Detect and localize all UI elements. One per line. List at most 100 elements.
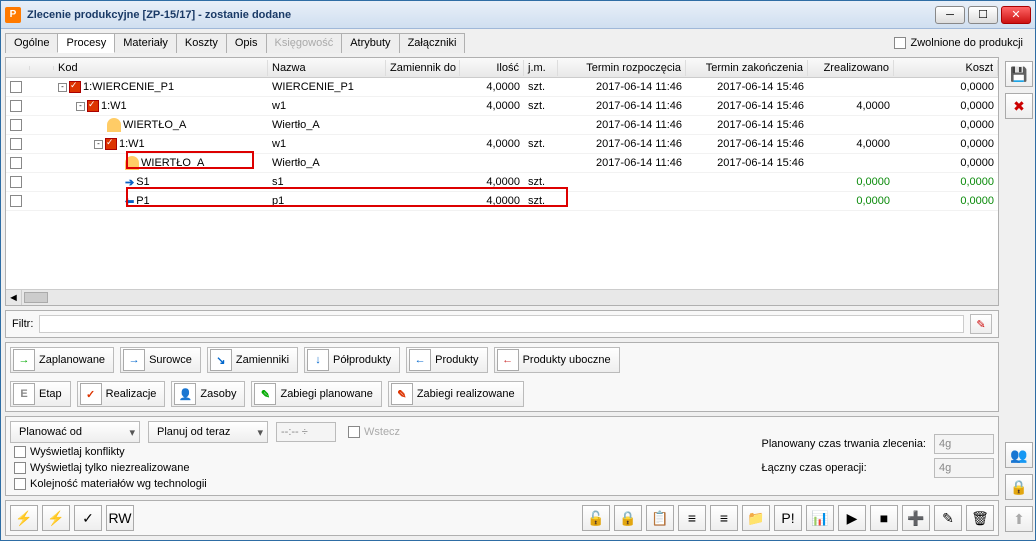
hscrollbar[interactable]: ◄ xyxy=(6,289,998,305)
niezreal-checkbox[interactable] xyxy=(14,462,26,474)
bottom-right-icon-3[interactable]: ≡ xyxy=(678,505,706,531)
tree-row[interactable]: -1:W1w14,0000szt.2017-06-14 11:462017-06… xyxy=(6,97,998,116)
tab-materiały[interactable]: Materiały xyxy=(114,33,177,53)
delete-icon[interactable]: ✖ xyxy=(1005,93,1033,119)
up-icon[interactable]: ⬆ xyxy=(1005,506,1033,532)
check-icon xyxy=(87,100,99,112)
bottom-right-icon-5[interactable]: 📁 xyxy=(742,505,770,531)
laczny-value[interactable] xyxy=(934,458,994,478)
person-icon xyxy=(125,156,139,170)
bottom-left-icon-2[interactable]: ✓ xyxy=(74,505,102,531)
row-checkbox[interactable] xyxy=(10,81,22,93)
col-zamiennik[interactable]: Zamiennik do xyxy=(386,60,460,76)
tree-row[interactable]: WIERTŁO_AWiertło_A2017-06-14 11:462017-0… xyxy=(6,116,998,135)
toolbar-row-1: →Zaplanowane → Surowce ↘ Zamienniki ↓Półprodu… xyxy=(5,342,999,378)
filter-clear-button[interactable]: ✎ xyxy=(970,314,992,334)
tab-atrybuty[interactable]: Atrybuty xyxy=(341,33,399,53)
close-button[interactable]: ✕ xyxy=(1001,6,1031,24)
bottom-left-icon-0[interactable]: ⚡ xyxy=(10,505,38,531)
col-kod[interactable]: Kod xyxy=(54,60,268,76)
btn-label: Surowce xyxy=(149,354,192,366)
planuj-od-teraz-combo[interactable]: Planuj od teraz xyxy=(148,421,268,443)
btn-icon: → xyxy=(123,349,145,371)
btn-etap[interactable]: EEtap xyxy=(10,381,71,407)
tree-row[interactable]: -1:WIERCENIE_P1WIERCENIE_P14,0000szt.201… xyxy=(6,78,998,97)
row-checkbox[interactable] xyxy=(10,138,22,150)
tab-procesy[interactable]: Procesy xyxy=(57,33,115,53)
bottom-right-icon-12[interactable]: 🗑 xyxy=(966,505,994,531)
bottom-left-icon-3[interactable]: RW xyxy=(106,505,134,531)
tree-row[interactable]: -1:W1w14,0000szt.2017-06-14 11:462017-06… xyxy=(6,135,998,154)
col-koszt[interactable]: Koszt xyxy=(894,60,998,76)
bottom-right-icon-2[interactable]: 📋 xyxy=(646,505,674,531)
btn-icon: ✎ xyxy=(254,383,276,405)
row-checkbox[interactable] xyxy=(10,100,22,112)
expand-toggle[interactable]: - xyxy=(76,102,85,111)
tab-załączniki[interactable]: Załączniki xyxy=(399,33,466,53)
btn-produkty-uboczne[interactable]: ←Produkty uboczne xyxy=(494,347,620,373)
expand-toggle[interactable]: - xyxy=(94,140,103,149)
plan-czas-value[interactable] xyxy=(934,434,994,454)
btn-icon: ↓ xyxy=(307,349,329,371)
check-icon xyxy=(105,138,117,150)
konflikty-checkbox[interactable] xyxy=(14,446,26,458)
bottom-right-icon-8[interactable]: ▶ xyxy=(838,505,866,531)
bottom-right-icon-1[interactable]: 🔒 xyxy=(614,505,642,531)
btn-produkty[interactable]: ←Produkty xyxy=(406,347,487,373)
minimize-button[interactable]: ─ xyxy=(935,6,965,24)
tree-row[interactable]: ➔S1s14,0000szt.0,00000,0000 xyxy=(6,173,998,192)
btn-label: Zabiegi realizowane xyxy=(417,388,515,400)
col-nazwa[interactable]: Nazwa xyxy=(268,60,386,76)
time-input[interactable] xyxy=(276,422,336,442)
user-icon[interactable]: 👥 xyxy=(1005,442,1033,468)
btn-zabiegi-planowane[interactable]: ✎Zabiegi planowane xyxy=(251,381,381,407)
btn-zabiegi-realizowane[interactable]: ✎Zabiegi realizowane xyxy=(388,381,524,407)
konflikty-label: Wyświetlaj konflikty xyxy=(30,446,125,458)
btn-realizacje[interactable]: ✓Realizacje xyxy=(77,381,166,407)
btn-label: Zamienniki xyxy=(236,354,289,366)
row-checkbox[interactable] xyxy=(10,119,22,131)
row-checkbox[interactable] xyxy=(10,157,22,169)
bottom-right-icon-0[interactable]: 🔓 xyxy=(582,505,610,531)
planowac-od-combo[interactable]: Planować od xyxy=(10,421,140,443)
btn-zamienniki[interactable]: ↘ Zamienniki xyxy=(207,347,298,373)
btn-surowce[interactable]: → Surowce xyxy=(120,347,201,373)
bottom-right-icon-6[interactable]: P! xyxy=(774,505,802,531)
col-ilosc[interactable]: Ilość xyxy=(460,60,524,76)
kod-cell: 1:W1 xyxy=(101,100,127,112)
col-jm[interactable]: j.m. xyxy=(524,60,558,76)
btn-zasoby[interactable]: 👤Zasoby xyxy=(171,381,245,407)
tab-koszty[interactable]: Koszty xyxy=(176,33,227,53)
save-icon[interactable]: 💾 xyxy=(1005,61,1033,87)
bottom-right-icon-10[interactable]: ➕ xyxy=(902,505,930,531)
kolejnosc-checkbox[interactable] xyxy=(14,478,26,490)
bottom-right-icon-7[interactable]: 📊 xyxy=(806,505,834,531)
wstecz-checkbox[interactable] xyxy=(348,426,360,438)
btn-półprodukty[interactable]: ↓Półprodukty xyxy=(304,347,400,373)
expand-toggle[interactable]: - xyxy=(58,83,67,92)
bottom-right-icon-11[interactable]: ✎ xyxy=(934,505,962,531)
tree-row[interactable]: WIERTŁO_AWiertło_A2017-06-14 11:462017-0… xyxy=(6,154,998,173)
bottom-left-icon-1[interactable]: ⚡ xyxy=(42,505,70,531)
btn-icon: ↘ xyxy=(210,349,232,371)
lock-icon[interactable]: 🔒 xyxy=(1005,474,1033,500)
kod-cell: 1:WIERCENIE_P1 xyxy=(83,81,174,93)
col-rozp[interactable]: Termin rozpoczęcia xyxy=(558,60,686,76)
bottom-toolbar: ⚡⚡✓RW 🔓🔒📋≡≡📁P!📊▶■➕✎🗑 xyxy=(5,500,999,536)
planning-panel: Planować od Planuj od teraz Wstecz Wyświ… xyxy=(5,416,999,496)
niezreal-label: Wyświetlaj tylko niezrealizowane xyxy=(30,462,189,474)
filter-input[interactable] xyxy=(39,315,964,333)
row-checkbox[interactable] xyxy=(10,195,22,207)
bottom-right-icon-9[interactable]: ■ xyxy=(870,505,898,531)
bottom-right-icon-4[interactable]: ≡ xyxy=(710,505,738,531)
released-checkbox[interactable] xyxy=(894,37,906,49)
tab-ogólne[interactable]: Ogólne xyxy=(5,33,58,53)
btn-zaplanowane[interactable]: →Zaplanowane xyxy=(10,347,114,373)
maximize-button[interactable]: ☐ xyxy=(968,6,998,24)
col-zak[interactable]: Termin zakończenia xyxy=(686,60,808,76)
row-checkbox[interactable] xyxy=(10,176,22,188)
kod-cell: WIERTŁO_A xyxy=(123,119,186,131)
tree-row[interactable]: ⬅P1p14,0000szt.0,00000,0000 xyxy=(6,192,998,211)
col-zreal[interactable]: Zrealizowano xyxy=(808,60,894,76)
tab-opis[interactable]: Opis xyxy=(226,33,267,53)
